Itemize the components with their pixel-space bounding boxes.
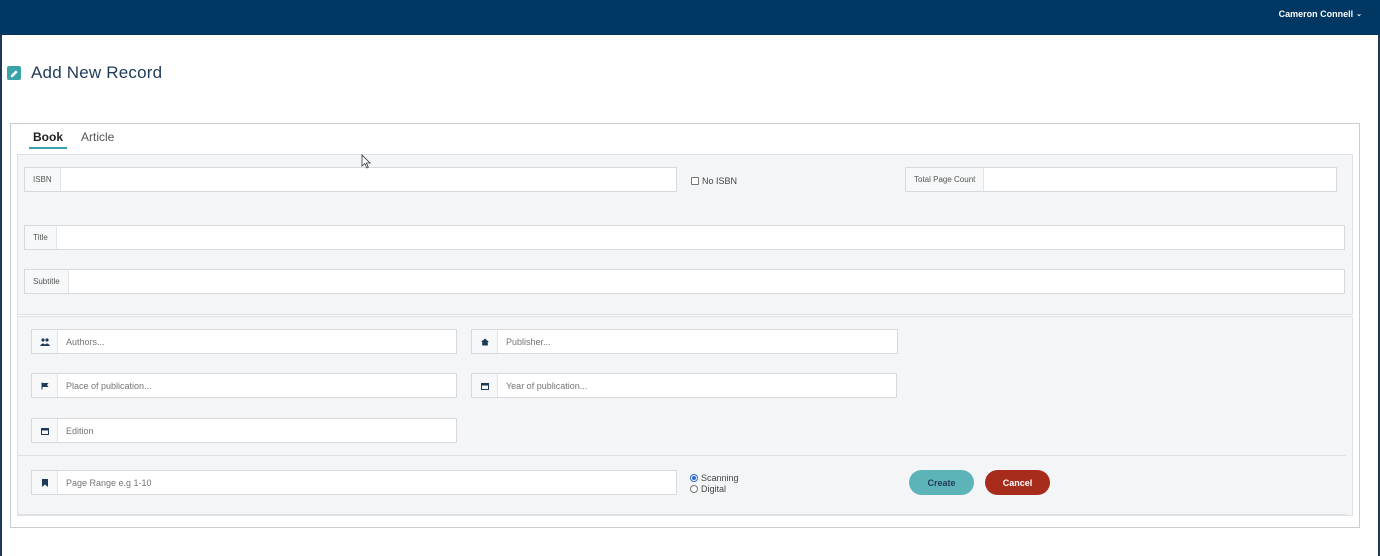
calendar-icon [32, 419, 58, 442]
title-field: Title [24, 225, 1345, 250]
year-of-publication-field [471, 373, 897, 398]
title-label: Title [25, 226, 57, 249]
flag-icon [32, 374, 58, 397]
chevron-down-icon: ⌄ [1356, 11, 1362, 18]
publisher-input[interactable] [498, 330, 897, 353]
edition-input[interactable] [58, 419, 456, 442]
bookmark-icon [32, 471, 58, 494]
page-range-field [31, 470, 677, 495]
publisher-field [471, 329, 898, 354]
authors-input[interactable] [58, 330, 456, 353]
no-isbn-label: No ISBN [702, 176, 738, 186]
radio-dot-selected[interactable] [690, 473, 698, 482]
users-icon [32, 330, 58, 353]
user-menu[interactable]: Cameron Connell ⌄ [1279, 9, 1362, 19]
total-page-count-input[interactable] [984, 168, 1336, 191]
page-title: Add New Record [31, 63, 163, 82]
page-range-input[interactable] [58, 471, 676, 494]
place-of-publication-input[interactable] [58, 374, 456, 397]
left-frame-border [0, 35, 2, 556]
tab-book[interactable]: Book [29, 130, 67, 149]
tab-article[interactable]: Article [77, 130, 118, 149]
subtitle-input[interactable] [68, 270, 1344, 293]
mouse-cursor-icon [361, 154, 371, 169]
checkbox-box[interactable] [691, 177, 699, 185]
radio-digital[interactable]: Digital [690, 483, 739, 494]
place-of-publication-field [31, 373, 457, 398]
create-button[interactable]: Create [909, 470, 974, 495]
radio-digital-label: Digital [701, 483, 727, 494]
isbn-input[interactable] [60, 168, 676, 191]
title-input[interactable] [56, 226, 1344, 249]
isbn-field: ISBN [24, 167, 677, 192]
isbn-label: ISBN [25, 168, 61, 191]
total-page-count-field: Total Page Count [905, 167, 1337, 192]
calendar-icon [472, 374, 498, 397]
subtitle-field: Subtitle [24, 269, 1345, 294]
authors-field [31, 329, 457, 354]
record-type-tabs: Book Article [29, 130, 118, 149]
year-of-publication-input[interactable] [498, 374, 896, 397]
edition-field [31, 418, 457, 443]
total-page-count-label: Total Page Count [906, 168, 985, 191]
subtitle-label: Subtitle [25, 270, 69, 293]
cancel-button[interactable]: Cancel [985, 470, 1050, 495]
top-bar: Cameron Connell ⌄ [0, 0, 1380, 35]
radio-scanning-label: Scanning [701, 472, 739, 483]
page-header: Add New Record [7, 63, 162, 83]
home-icon [472, 330, 498, 353]
mode-radio-group: Scanning Digital [690, 472, 739, 494]
user-name: Cameron Connell [1278, 9, 1354, 19]
radio-scanning[interactable]: Scanning [690, 472, 739, 483]
no-isbn-checkbox[interactable]: No ISBN [691, 176, 737, 186]
radio-dot[interactable] [690, 484, 698, 493]
edit-icon [7, 66, 21, 80]
